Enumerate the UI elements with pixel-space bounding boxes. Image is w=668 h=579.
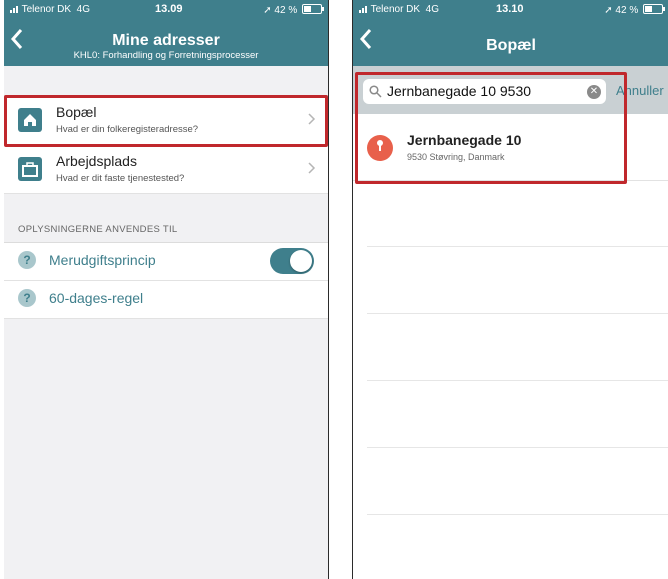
divider — [367, 246, 668, 247]
section-header: OPLYSNINGERNE ANVENDES TIL — [18, 224, 178, 235]
info-item-label: 60-dages-regel — [49, 290, 144, 306]
status-bar: Telenor DK 4G 13.09 ➚ 42 % — [4, 0, 328, 20]
signal-icon — [359, 5, 368, 16]
battery-percent: 42 % — [615, 5, 639, 16]
question-icon[interactable]: ? — [18, 289, 36, 307]
search-value: Jernbanegade 10 9530 — [387, 83, 532, 99]
map-pin-icon — [367, 135, 393, 161]
location-arrow-icon: ➚ — [263, 5, 272, 16]
info-item-60-dages-regel: ? 60-dages-regel — [4, 281, 328, 319]
status-time: 13.09 — [155, 3, 183, 15]
signal-icon — [10, 5, 19, 16]
house-icon — [18, 108, 42, 132]
search-input[interactable]: Jernbanegade 10 9530 ✕ — [363, 79, 606, 104]
page-title: Mine adresser — [112, 32, 220, 49]
toggle-knob — [290, 250, 312, 272]
briefcase-icon — [18, 157, 42, 181]
search-bar: Jernbanegade 10 9530 ✕ Annuller — [353, 66, 668, 114]
info-item-label: Merudgiftsprincip — [49, 252, 156, 268]
address-item-subtitle: Hvad er din folkeregisteradresse? — [56, 124, 199, 135]
carrier-label: Telenor DK — [370, 4, 421, 15]
chevron-right-icon — [308, 113, 316, 125]
result-title: Jernbanegade 10 — [407, 132, 522, 148]
cancel-button[interactable]: Annuller — [616, 83, 664, 98]
search-result-item[interactable]: Jernbanegade 10 9530 Støvring, Danmark — [353, 114, 668, 181]
merudgiftsprincip-toggle[interactable] — [270, 248, 314, 274]
question-icon[interactable]: ? — [18, 251, 36, 269]
info-item-merudgiftsprincip: ? Merudgiftsprincip — [4, 243, 328, 281]
page-subtitle: KHL0: Forhandling og Forretningsprocesse… — [73, 50, 259, 61]
address-item-bopael[interactable]: Bopæl Hvad er din folkeregisteradresse? — [4, 96, 328, 145]
address-list: Bopæl Hvad er din folkeregisteradresse? … — [4, 95, 328, 194]
navigation-header: Telenor DK 4G 13.09 ➚ 42 % Mine adresser… — [4, 0, 328, 66]
page-title: Bopæl — [486, 37, 536, 54]
address-item-subtitle: Hvad er dit faste tjenestested? — [56, 173, 185, 184]
status-time: 13.10 — [496, 3, 524, 15]
battery-icon — [302, 4, 324, 14]
location-arrow-icon: ➚ — [604, 5, 613, 16]
navigation-header: Telenor DK 4G 13.10 ➚ 42 % Bopæl — [353, 0, 668, 66]
battery-percent: 42 % — [274, 5, 298, 16]
address-item-arbejdsplads[interactable]: Arbejdsplads Hvad er dit faste tjenestes… — [4, 145, 328, 194]
divider — [367, 380, 668, 381]
search-icon — [369, 85, 382, 98]
status-bar: Telenor DK 4G 13.10 ➚ 42 % — [353, 0, 668, 20]
left-screen: Telenor DK 4G 13.09 ➚ 42 % Mine adresser… — [4, 0, 329, 579]
battery-icon — [643, 4, 665, 14]
divider — [367, 313, 668, 314]
clear-search-icon[interactable]: ✕ — [587, 85, 601, 99]
address-item-title: Arbejdsplads — [56, 153, 137, 169]
info-list: ? Merudgiftsprincip ? 60-dages-regel — [4, 242, 328, 319]
carrier-label: Telenor DK — [21, 4, 72, 15]
divider — [367, 514, 668, 515]
network-label: 4G — [425, 4, 439, 15]
right-screen: Telenor DK 4G 13.10 ➚ 42 % Bopæl Jernban… — [352, 0, 668, 579]
network-label: 4G — [76, 4, 90, 15]
chevron-right-icon — [308, 162, 316, 174]
result-subtitle: 9530 Støvring, Danmark — [407, 152, 505, 162]
divider — [367, 447, 668, 448]
address-item-title: Bopæl — [56, 104, 97, 120]
